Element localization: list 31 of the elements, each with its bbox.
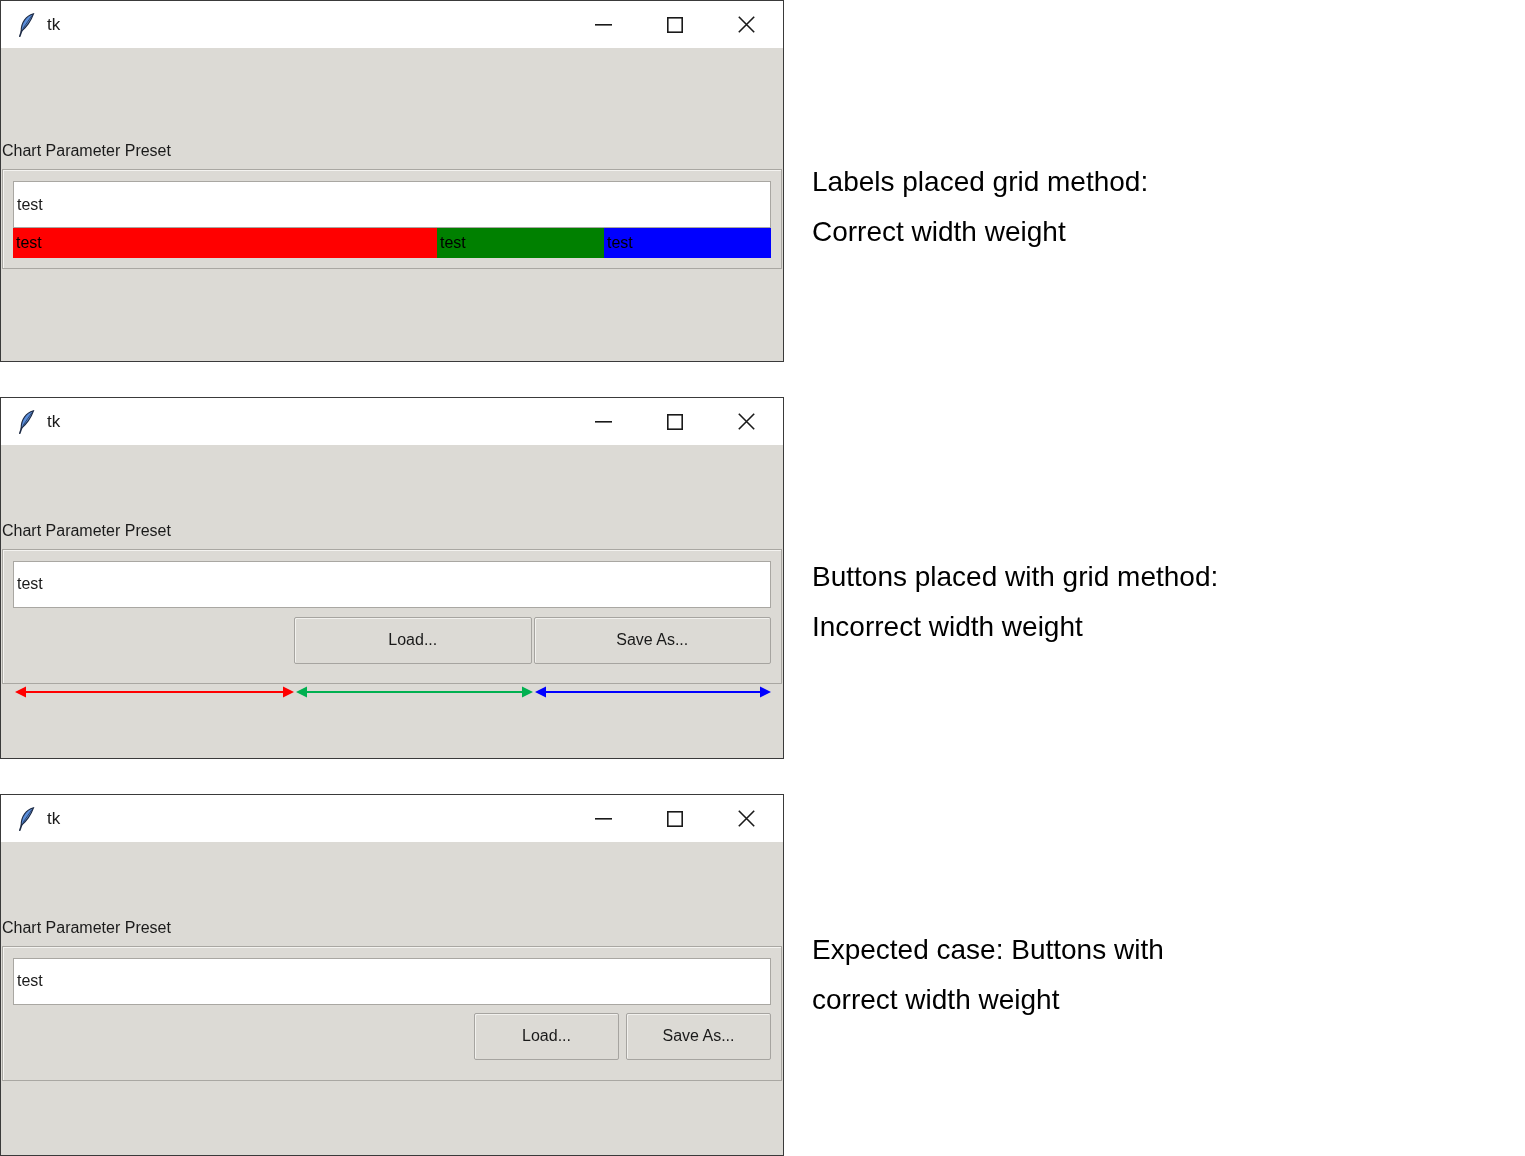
minimize-icon[interactable] [595,23,612,26]
section-label: Chart Parameter Preset [2,141,171,161]
maximize-icon[interactable] [667,413,683,430]
maximize-icon[interactable] [667,810,683,827]
section-label: Chart Parameter Preset [2,917,171,938]
text-entry[interactable]: test [13,560,771,608]
close-icon[interactable] [738,810,755,827]
feather-icon [18,12,35,37]
window-title: tk [47,807,61,830]
minimize-icon[interactable] [595,817,612,820]
tk-button[interactable]: Save As... [533,616,771,664]
tk-button[interactable]: Load... [294,616,532,664]
caption-text: Buttons placed with grid method: Incorrect width weight [812,560,1219,644]
window-title: tk [47,13,61,36]
text-entry[interactable]: test [13,181,771,228]
text-entry[interactable]: test [13,957,771,1005]
close-icon[interactable] [738,413,755,430]
colored-label: test [437,228,604,258]
feather-icon [18,806,35,831]
caption-text: Labels placed grid method: Correct width weight [812,165,1149,249]
colored-label: test [13,228,437,258]
maximize-icon[interactable] [667,16,683,33]
feather-icon [18,409,35,434]
minimize-icon[interactable] [595,420,612,423]
tk-button[interactable]: Save As... [626,1012,771,1060]
section-label: Chart Parameter Preset [2,520,171,541]
caption-text: Expected case: Buttons with correct width weight [812,933,1164,1017]
tk-button[interactable]: Load... [474,1012,619,1060]
close-icon[interactable] [738,16,755,33]
colored-label: test [604,228,771,258]
window-title: tk [47,410,61,433]
